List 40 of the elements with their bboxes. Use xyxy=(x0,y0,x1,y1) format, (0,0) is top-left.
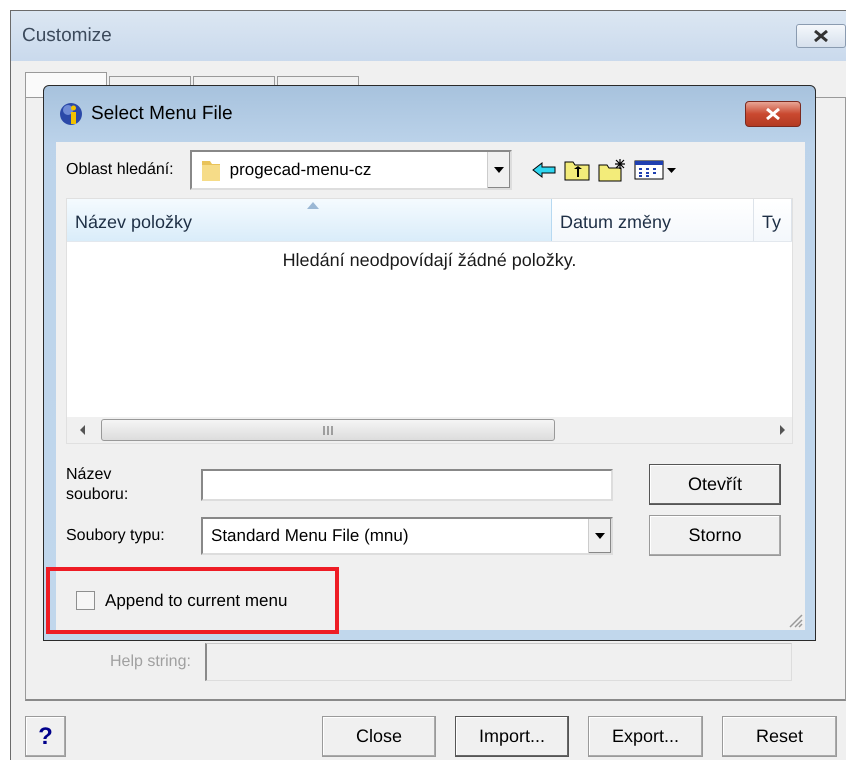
dialog-button[interactable]: Export... xyxy=(588,716,703,757)
file-name-field[interactable] xyxy=(201,468,613,500)
look-in-dropdown[interactable]: progecad-menu-cz xyxy=(190,150,512,190)
file-name-label: Název souboru: xyxy=(66,464,130,504)
dialog-button[interactable]: Storno xyxy=(649,515,781,556)
file-type-label: Soubory typu: xyxy=(66,526,166,544)
append-label: Append to current menu xyxy=(105,590,288,610)
grip-icon xyxy=(323,426,333,434)
view-menu-icon[interactable] xyxy=(634,160,678,180)
dropdown-arrow-icon xyxy=(494,167,504,173)
window-title: Customize xyxy=(22,25,112,47)
dropdown-arrow-icon xyxy=(595,532,605,538)
close-button[interactable] xyxy=(796,24,846,48)
scroll-thumb[interactable] xyxy=(101,419,555,441)
new-folder-icon[interactable] xyxy=(598,158,626,182)
column-header[interactable]: Ty xyxy=(754,199,792,241)
sort-arrow-icon xyxy=(307,202,319,209)
file-type-value: Standard Menu File (mnu) xyxy=(211,526,410,546)
look-in-value: progecad-menu-cz xyxy=(230,160,372,180)
column-header[interactable]: Název položky xyxy=(67,199,552,241)
dialog-button[interactable]: Close xyxy=(322,716,436,757)
close-button[interactable] xyxy=(745,101,801,127)
column-header[interactable]: Datum změny xyxy=(552,199,754,241)
close-icon xyxy=(813,30,829,42)
checkbox[interactable] xyxy=(76,591,95,610)
back-arrow-icon[interactable] xyxy=(532,162,556,178)
look-in-label: Oblast hledání: xyxy=(66,161,174,179)
help-string-label: Help string: xyxy=(110,653,191,671)
up-folder-icon[interactable] xyxy=(564,159,590,181)
horizontal-scrollbar[interactable] xyxy=(67,417,792,443)
close-icon xyxy=(765,108,781,120)
file-type-dropdown[interactable]: Standard Menu File (mnu) xyxy=(201,516,613,554)
dialog-title: Select Menu File xyxy=(91,103,234,125)
dialog-button[interactable]: Reset xyxy=(722,716,837,757)
dialog-button[interactable]: Otevřít xyxy=(649,464,781,505)
dialog-button[interactable]: Import... xyxy=(455,716,569,757)
help-button[interactable]: ? xyxy=(25,716,66,757)
resize-grip-icon[interactable] xyxy=(787,612,803,628)
info-globe-icon xyxy=(59,102,83,126)
empty-message: Hledání neodpovídají žádné položky. xyxy=(282,250,576,272)
